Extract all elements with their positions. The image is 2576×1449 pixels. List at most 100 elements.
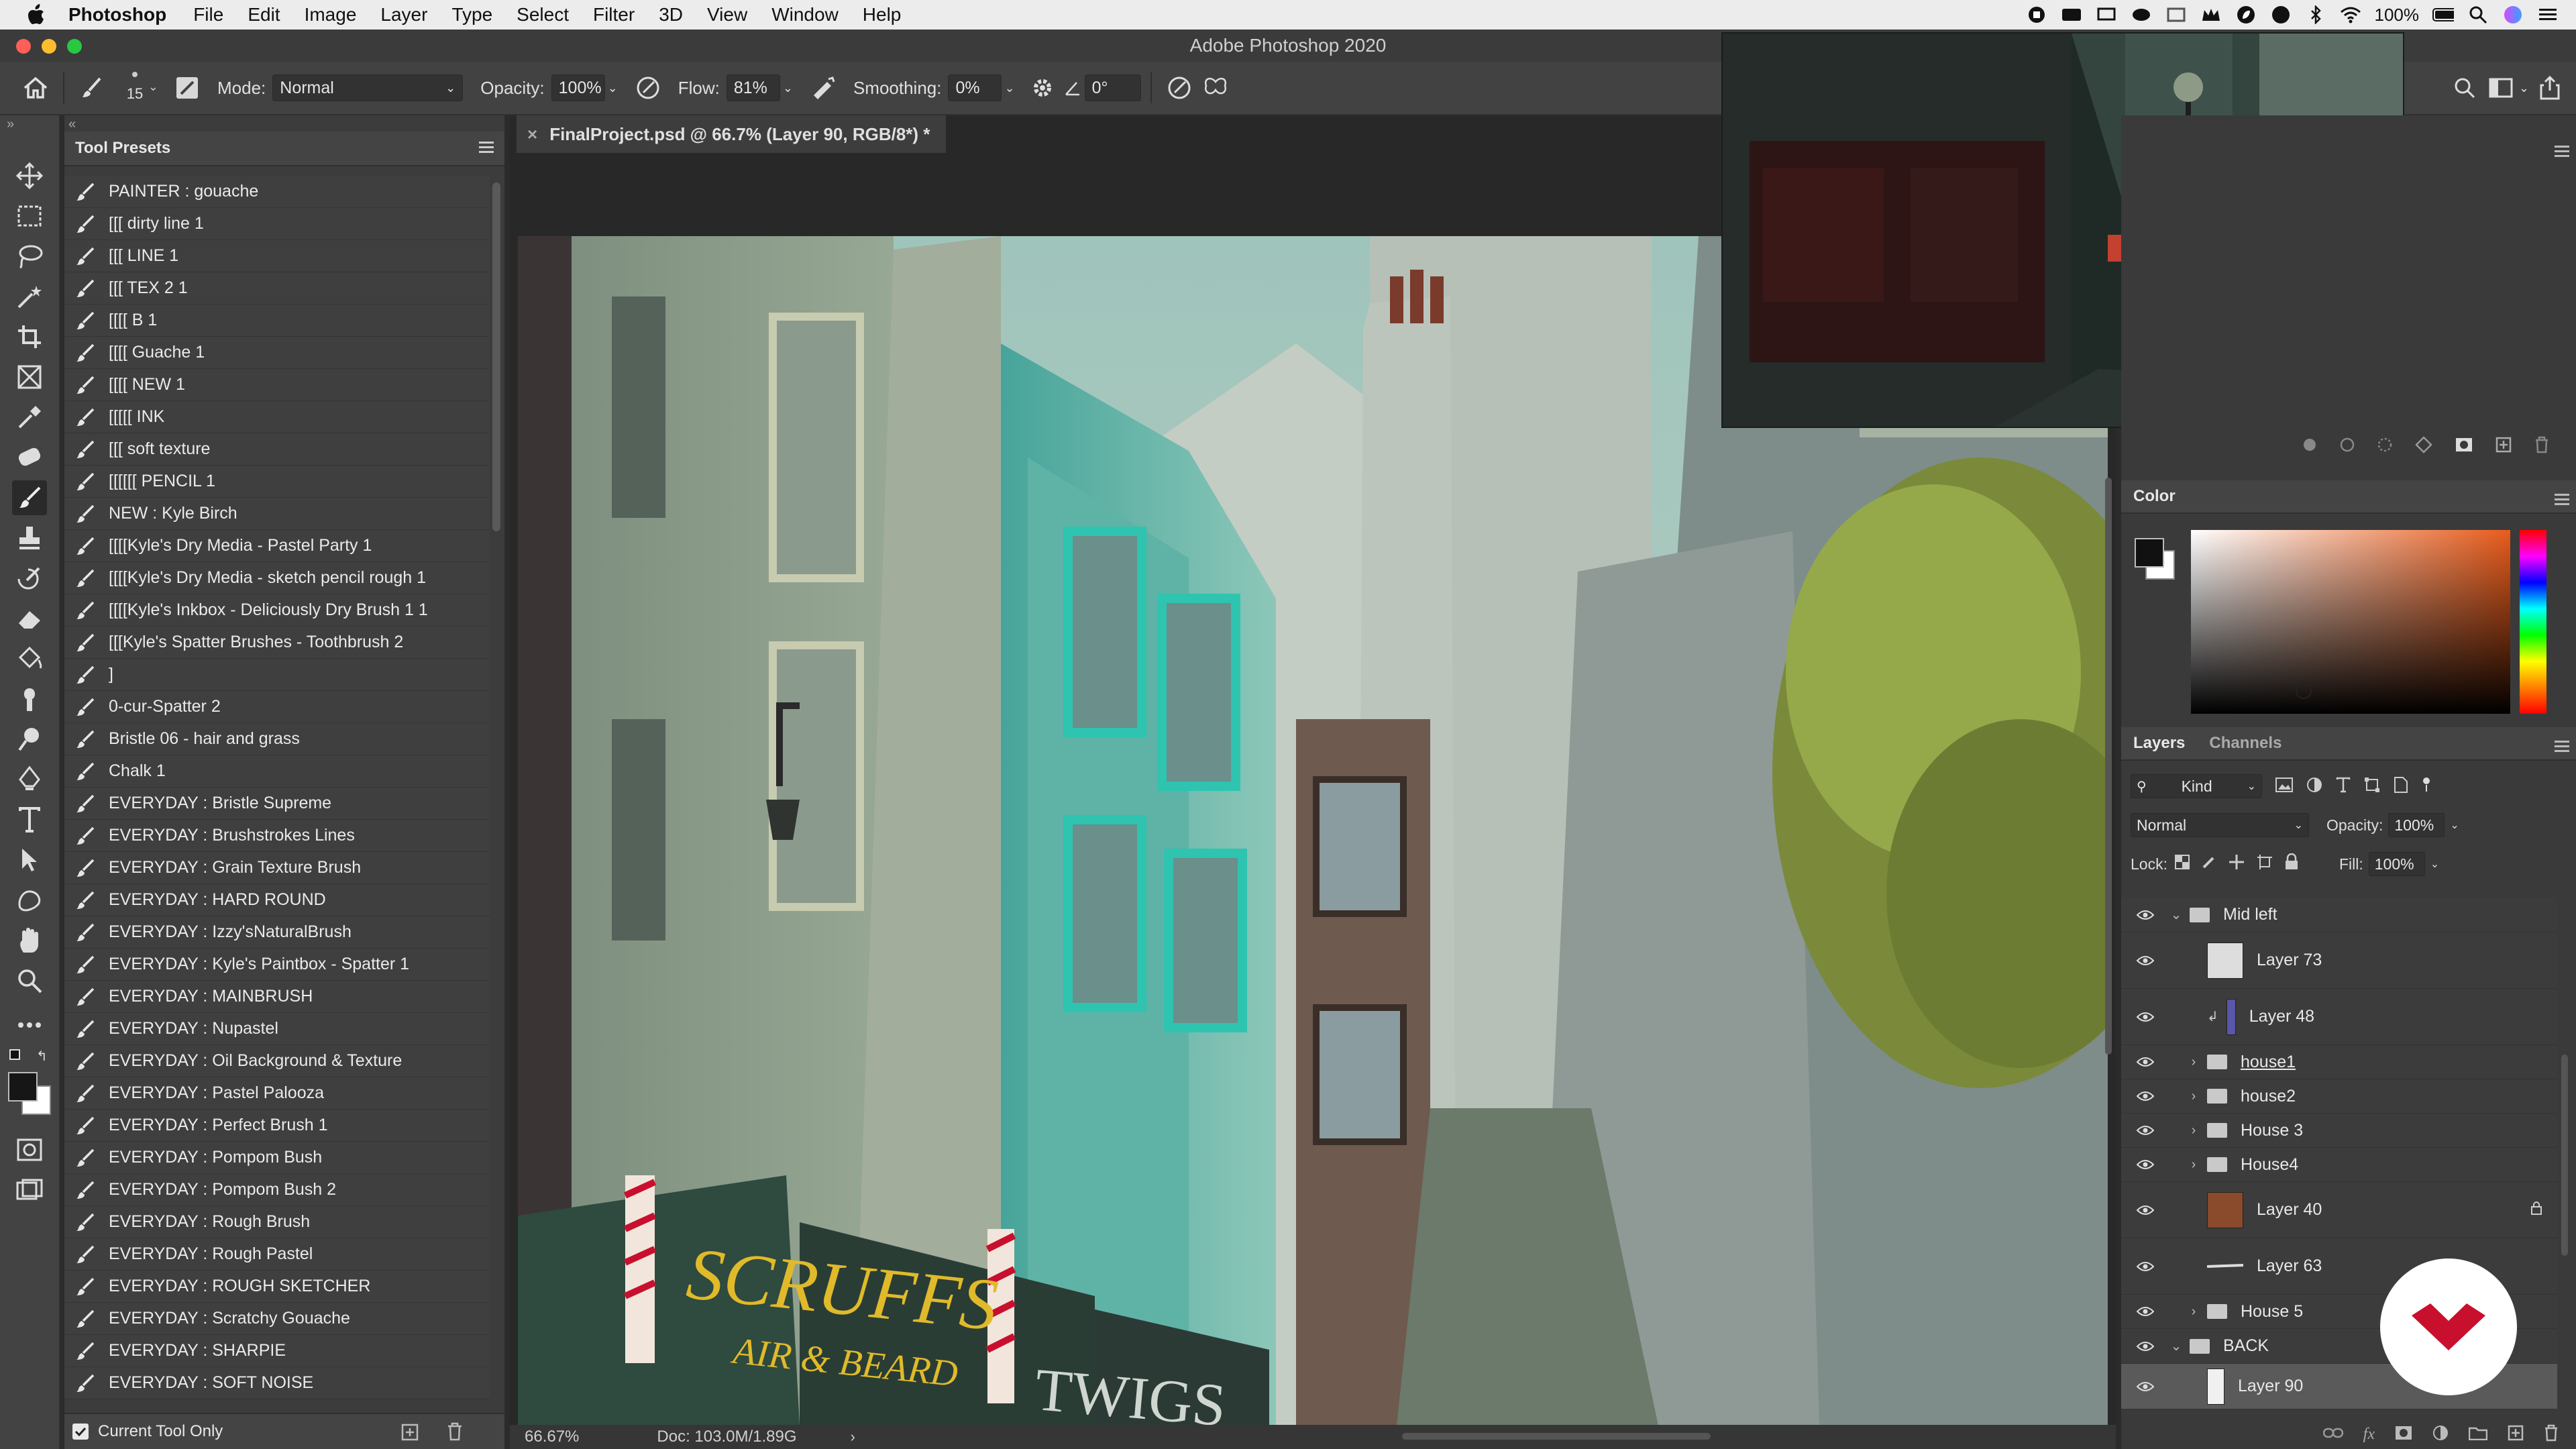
menu-help[interactable]: Help [863, 4, 902, 25]
layer-row[interactable]: ↲ Layer 48 [2121, 989, 2557, 1045]
tool-preset-item[interactable]: [[[ soft texture [64, 433, 490, 466]
spotlight-search-icon[interactable] [2467, 4, 2489, 25]
marquee-tool-icon[interactable] [12, 199, 47, 233]
visibility-eye-icon[interactable] [2131, 1079, 2160, 1113]
tool-preset-item[interactable]: [[[ dirty line 1 [64, 208, 490, 240]
default-colors-icon[interactable] [9, 1049, 20, 1060]
filter-smart-object-icon[interactable] [2394, 776, 2408, 797]
visibility-eye-icon[interactable] [2131, 932, 2160, 988]
expand-chevron-icon[interactable]: ⌄ [2169, 906, 2183, 923]
presets-scrollbar[interactable] [492, 182, 500, 531]
tool-preset-item[interactable]: EVERYDAY : Grain Texture Brush [64, 852, 490, 884]
visibility-eye-icon[interactable] [2131, 1182, 2160, 1238]
tool-preset-item[interactable]: EVERYDAY : Scratchy Gouache [64, 1303, 490, 1335]
tool-preset-item[interactable]: NEW : Kyle Birch [64, 498, 490, 530]
leaf-icon[interactable] [2235, 4, 2257, 25]
layer-row[interactable]: ⌄ Mid left [2121, 898, 2557, 932]
add-mask-icon[interactable] [2395, 1426, 2412, 1444]
smudge-tool-icon[interactable] [12, 682, 47, 716]
zoom-tool-icon[interactable] [12, 963, 47, 998]
expand-chevron-icon[interactable]: › [2187, 1304, 2200, 1320]
add-icon[interactable] [2496, 437, 2512, 456]
visibility-eye-icon[interactable] [2131, 1295, 2160, 1328]
new-layer-icon[interactable] [2508, 1425, 2524, 1444]
layer-row[interactable]: › House 3 [2121, 1114, 2557, 1148]
paint-bucket-tool-icon[interactable] [12, 641, 47, 676]
color-saturation-field[interactable] [2191, 530, 2510, 714]
expand-chevron-icon[interactable]: › [2187, 1089, 2200, 1104]
hue-slider[interactable] [2520, 530, 2546, 714]
history-brush-tool-icon[interactable] [12, 561, 47, 596]
tool-preset-item[interactable]: EVERYDAY : Kyle's Paintbox - Spatter 1 [64, 949, 490, 981]
new-group-icon[interactable] [2468, 1426, 2488, 1444]
trash-icon[interactable] [2534, 436, 2549, 457]
creative-cloud-icon[interactable] [2131, 4, 2152, 25]
layer-fill-input[interactable]: 100% [2368, 852, 2425, 876]
healing-brush-tool-icon[interactable] [12, 440, 47, 475]
flow-input[interactable]: 81% [726, 74, 780, 101]
tool-preset-item[interactable]: [[[[Kyle's Dry Media - sketch pencil rou… [64, 562, 490, 594]
minimize-window-button[interactable] [42, 39, 56, 54]
filter-shape-icon[interactable] [2364, 777, 2380, 796]
workspace-chevron-icon[interactable]: ⌄ [2519, 81, 2529, 95]
brush-tool-selected-icon[interactable] [12, 480, 47, 515]
clone-stamp-tool-icon[interactable] [12, 521, 47, 555]
visibility-eye-icon[interactable] [2131, 1364, 2160, 1409]
panel-menu-icon[interactable] [2555, 491, 2569, 510]
current-tool-only-checkbox[interactable] [72, 1424, 89, 1440]
layer-opacity-input[interactable]: 100% [2388, 813, 2445, 837]
blend-mode-select[interactable]: Normal ⌄ [2131, 813, 2309, 837]
pen-tool-icon[interactable] [12, 762, 47, 797]
home-icon[interactable] [17, 70, 54, 106]
right-panel-menu-icon[interactable] [2555, 145, 2569, 160]
fill-circle-icon[interactable] [2302, 437, 2317, 455]
path-selection-tool-icon[interactable] [12, 843, 47, 877]
expand-chevron-icon[interactable]: › [2187, 1123, 2200, 1138]
battery-icon[interactable] [2432, 4, 2454, 25]
visibility-eye-icon[interactable] [2131, 989, 2160, 1044]
layers-scrollbar[interactable] [2561, 1055, 2568, 1256]
tool-preset-item[interactable]: Bristle 06 - hair and grass [64, 723, 490, 755]
brush-tool-icon[interactable] [74, 70, 110, 106]
delete-preset-icon[interactable] [447, 1422, 463, 1446]
visibility-eye-icon[interactable] [2131, 1045, 2160, 1079]
tool-preset-item[interactable]: Chalk 1 [64, 755, 490, 788]
close-tab-icon[interactable]: × [527, 124, 537, 145]
angle-input[interactable]: 0° [1084, 74, 1141, 101]
opacity-chevron-icon[interactable]: ⌄ [2450, 818, 2459, 832]
menu-type[interactable]: Type [451, 4, 492, 25]
link-layers-icon[interactable] [2322, 1427, 2343, 1442]
menu-window[interactable]: Window [771, 4, 839, 25]
smoothing-input[interactable]: 0% [948, 74, 1002, 101]
tool-preset-item[interactable]: [[[ LINE 1 [64, 240, 490, 272]
transform-icon[interactable] [2415, 435, 2432, 457]
flow-chevron-icon[interactable]: ⌄ [783, 81, 793, 95]
tool-preset-item[interactable]: EVERYDAY : Bristle Supreme [64, 788, 490, 820]
tool-preset-item[interactable]: EVERYDAY : SHARPIE [64, 1335, 490, 1367]
visibility-eye-icon[interactable] [2131, 1114, 2160, 1147]
panel-menu-icon[interactable] [2555, 738, 2569, 757]
lock-transparent-icon[interactable] [2174, 854, 2190, 874]
layer-effects-icon[interactable]: fx [2363, 1426, 2375, 1444]
menu-file[interactable]: File [193, 4, 223, 25]
display-icon[interactable] [2096, 4, 2117, 25]
status-chevron-icon[interactable]: › [851, 1428, 855, 1446]
brush-preset-picker[interactable]: 15 ⌄ [115, 68, 158, 108]
expand-chevron-icon[interactable]: ⌄ [2169, 1338, 2183, 1354]
smoothing-chevron-icon[interactable]: ⌄ [1004, 81, 1014, 95]
filter-toggle-icon[interactable] [2422, 777, 2431, 796]
layer-row[interactable]: › House4 [2121, 1148, 2557, 1182]
maximize-window-button[interactable] [67, 39, 82, 54]
canvas-horizontal-scrollbar[interactable] [1402, 1433, 1711, 1440]
lasso-tool-icon[interactable] [12, 239, 47, 274]
wd-drive-icon[interactable] [2061, 4, 2082, 25]
tool-preset-item[interactable]: EVERYDAY : Oil Background & Texture [64, 1045, 490, 1077]
collapse-toolbar-icon[interactable]: » [7, 117, 14, 132]
canvas-vertical-scrollbar[interactable] [2105, 478, 2112, 1055]
airbrush-icon[interactable] [805, 70, 841, 106]
new-preset-icon[interactable] [401, 1424, 419, 1446]
tray-icon[interactable] [2165, 4, 2187, 25]
lock-position-icon[interactable] [2228, 853, 2245, 875]
color-panel-title[interactable]: Color [2121, 480, 2188, 513]
tool-preset-item[interactable]: ] [64, 659, 490, 691]
